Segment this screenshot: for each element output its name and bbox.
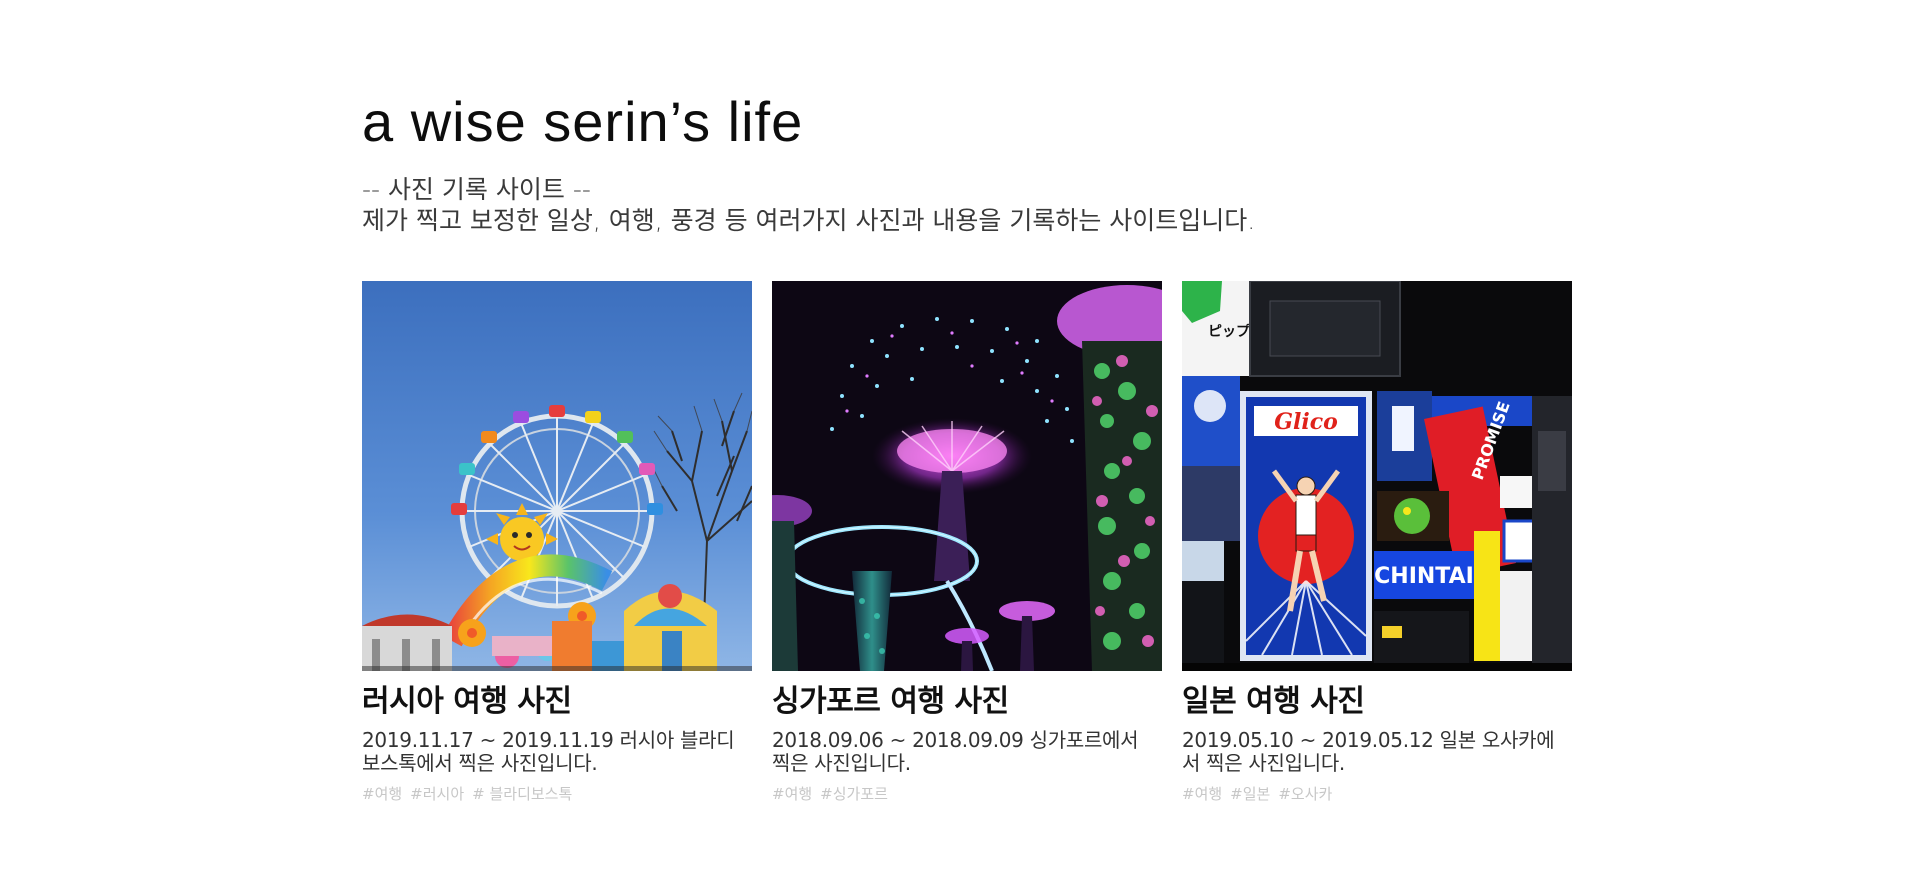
tag[interactable]: # 블라디보스톡 [472, 785, 572, 803]
card-description: 2018.09.06 ~ 2018.09.09 싱가포르에서 찍은 사진입니다. [772, 728, 1139, 775]
chintai-sign-text: CHINTAI [1374, 564, 1474, 589]
card-description: 2019.05.10 ~ 2019.05.12 일본 오사카에서 찍은 사진입니… [1182, 728, 1555, 775]
glico-sign-text: Glico [1274, 409, 1338, 435]
tag[interactable]: #오사카 [1278, 785, 1332, 803]
supertree-grove-photo[interactable] [772, 281, 1162, 671]
photo-card-russia[interactable]: 러시아 여행 사진 2019.11.17 ~ 2019.11.19 러시아 블라… [362, 281, 752, 803]
tag[interactable]: #여행 [772, 785, 812, 803]
tag[interactable]: #여행 [1182, 785, 1222, 803]
photo-card-japan[interactable]: ピップ Glico PROMISE CHINTAI 일본 여행 사진 2019.… [1182, 281, 1572, 803]
pip-sign-text: ピップ [1208, 324, 1251, 340]
card-title[interactable]: 싱가포르 여행 사진 [772, 682, 1162, 722]
dotonbori-signs-photo[interactable]: ピップ Glico PROMISE CHINTAI [1182, 281, 1572, 671]
card-title[interactable]: 러시아 여행 사진 [362, 682, 752, 722]
tag[interactable]: #일본 [1230, 785, 1270, 803]
page: a wise serin’s life -- 사진 기록 사이트 -- 제가 찍… [362, 90, 1572, 803]
site-intro: -- 사진 기록 사이트 -- 제가 찍고 보정한 일상, 여행, 풍경 등 여… [362, 174, 1568, 236]
tag[interactable]: #여행 [362, 785, 402, 803]
intro-subtitle: -- 사진 기록 사이트 -- [362, 175, 591, 204]
card-tags: #여행 #러시아 # 블라디보스톡 [362, 785, 752, 803]
card-description: 2019.11.17 ~ 2019.11.19 러시아 블라디보스톡에서 찍은 … [362, 728, 735, 775]
card-tags: #여행 #일본 #오사카 [1182, 785, 1572, 803]
ferris-wheel-photo-illustration [362, 281, 752, 671]
site-title: a wise serin’s life [362, 90, 804, 153]
card-tags: #여행 #싱가포르 [772, 785, 1162, 803]
card-title[interactable]: 일본 여행 사진 [1182, 682, 1572, 722]
photo-card-singapore[interactable]: 싱가포르 여행 사진 2018.09.06 ~ 2018.09.09 싱가포르에… [772, 281, 1162, 803]
supertree-grove-photo-illustration [772, 281, 1162, 671]
photo-card-grid: 러시아 여행 사진 2019.11.17 ~ 2019.11.19 러시아 블라… [362, 281, 1572, 821]
tag[interactable]: #싱가포르 [820, 785, 888, 803]
dotonbori-signs-photo-illustration: ピップ Glico PROMISE CHINTAI [1182, 281, 1572, 671]
ferris-wheel-photo[interactable] [362, 281, 752, 671]
tag[interactable]: #러시아 [410, 785, 464, 803]
intro-description: 제가 찍고 보정한 일상, 여행, 풍경 등 여러가지 사진과 내용을 기록하는… [362, 206, 1256, 235]
